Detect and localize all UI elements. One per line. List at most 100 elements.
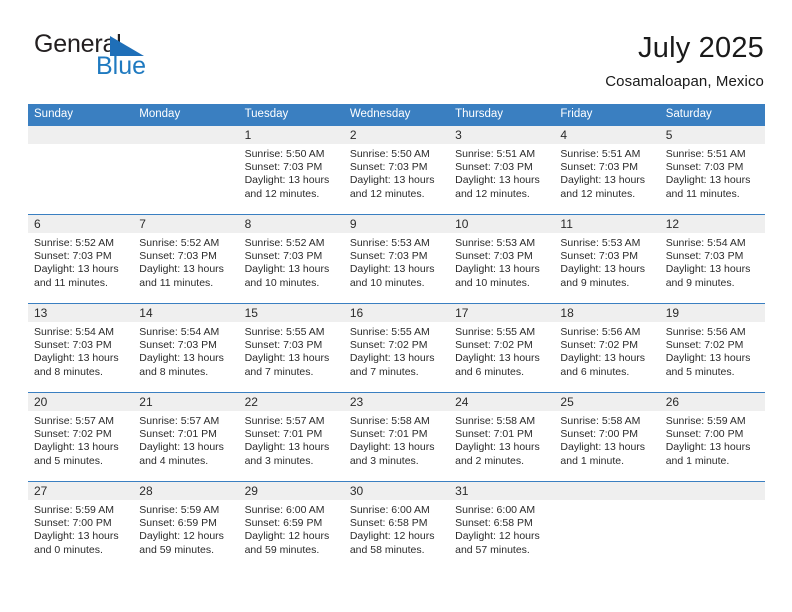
day-cell[interactable]: Sunrise: 5:53 AM Sunset: 7:03 PM Dayligh… [554,233,659,303]
day-cell[interactable]: Sunrise: 5:52 AM Sunset: 7:03 PM Dayligh… [28,233,133,303]
day-cell[interactable]: Sunrise: 5:57 AM Sunset: 7:01 PM Dayligh… [133,411,238,481]
day-number: 15 [244,306,258,320]
sunrise-text: Sunrise: 5:54 AM [139,326,220,338]
day-cell[interactable]: Sunrise: 5:54 AM Sunset: 7:03 PM Dayligh… [28,322,133,392]
day-cell[interactable] [660,500,765,570]
day-cell[interactable]: Sunrise: 5:51 AM Sunset: 7:03 PM Dayligh… [449,144,554,214]
sunrise-text: Sunrise: 5:59 AM [139,504,220,516]
day-cell[interactable]: Sunrise: 5:58 AM Sunset: 7:01 PM Dayligh… [449,411,554,481]
sunset-text: Sunset: 6:58 PM [349,517,428,530]
day-number: 20 [34,395,48,409]
day-cell[interactable]: Sunrise: 5:50 AM Sunset: 7:03 PM Dayligh… [344,144,449,214]
day-cell[interactable]: Sunrise: 5:59 AM Sunset: 6:59 PM Dayligh… [133,500,238,570]
day-cell[interactable]: Sunrise: 5:52 AM Sunset: 7:03 PM Dayligh… [133,233,238,303]
sunrise-text: Sunrise: 5:51 AM [665,148,746,160]
daylight-text: Daylight: 13 hours and 3 minutes. [244,441,330,467]
sunset-text: Sunset: 7:02 PM [560,339,639,352]
day-number-row: 1 2 3 4 5 [28,126,765,144]
week-row: 13 14 15 16 17 18 19 Sunrise: 5:54 AM Su… [28,303,765,392]
day-number: 18 [560,306,574,320]
sunrise-text: Sunrise: 6:00 AM [244,504,325,516]
sunrise-text: Sunrise: 6:00 AM [455,504,536,516]
daylight-text: Daylight: 13 hours and 12 minutes. [455,174,540,200]
sunset-text: Sunset: 6:59 PM [139,517,217,530]
weekday-wednesday: Wednesday [349,108,411,120]
day-cell[interactable] [28,144,133,214]
day-cell[interactable]: Sunrise: 5:53 AM Sunset: 7:03 PM Dayligh… [344,233,449,303]
weekday-saturday: Saturday [665,108,712,120]
day-cell[interactable]: Sunrise: 5:52 AM Sunset: 7:03 PM Dayligh… [239,233,344,303]
day-cell[interactable]: Sunrise: 5:53 AM Sunset: 7:03 PM Dayligh… [449,233,554,303]
sunset-text: Sunset: 7:00 PM [665,428,744,441]
daylight-text: Daylight: 13 hours and 10 minutes. [349,263,435,289]
sunrise-text: Sunrise: 5:59 AM [34,504,114,516]
daylight-text: Daylight: 13 hours and 6 minutes. [455,352,540,378]
daylight-text: Daylight: 13 hours and 3 minutes. [349,441,435,467]
day-number: 9 [349,217,357,231]
day-cell[interactable]: Sunrise: 5:54 AM Sunset: 7:03 PM Dayligh… [133,322,238,392]
day-number [660,482,765,500]
day-cell[interactable]: Sunrise: 5:55 AM Sunset: 7:02 PM Dayligh… [449,322,554,392]
day-cell[interactable] [133,144,238,214]
sunset-text: Sunset: 7:03 PM [244,250,323,263]
day-number-row: 27 28 29 30 31 [28,482,765,500]
day-number: 10 [455,217,469,231]
day-cell[interactable]: Sunrise: 5:54 AM Sunset: 7:03 PM Dayligh… [660,233,765,303]
sunrise-text: Sunrise: 5:57 AM [139,415,220,427]
daylight-text: Daylight: 13 hours and 5 minutes. [34,441,119,467]
sunrise-text: Sunrise: 5:51 AM [560,148,641,160]
day-number: 12 [665,217,680,231]
weekday-sunday: Sunday [34,108,74,120]
week-row: 20 21 22 23 24 25 26 Sunrise: 5:57 AM Su… [28,392,765,481]
sunset-text: Sunset: 7:02 PM [665,339,744,352]
day-cell[interactable]: Sunrise: 6:00 AM Sunset: 6:59 PM Dayligh… [239,500,344,570]
sunrise-text: Sunrise: 5:59 AM [665,415,746,427]
sunset-text: Sunset: 6:59 PM [244,517,323,530]
day-cell[interactable]: Sunrise: 5:55 AM Sunset: 7:02 PM Dayligh… [344,322,449,392]
day-cell[interactable]: Sunrise: 6:00 AM Sunset: 6:58 PM Dayligh… [449,500,554,570]
sunrise-text: Sunrise: 6:00 AM [349,504,430,516]
day-cell[interactable]: Sunrise: 5:59 AM Sunset: 7:00 PM Dayligh… [28,500,133,570]
day-number-row: 20 21 22 23 24 25 26 [28,393,765,411]
week-row: 27 28 29 30 31 Sunrise: 5:59 AM Sunset: … [28,481,765,570]
sunrise-text: Sunrise: 5:55 AM [349,326,430,338]
day-cell[interactable]: Sunrise: 5:57 AM Sunset: 7:02 PM Dayligh… [28,411,133,481]
day-detail-row: Sunrise: 5:54 AM Sunset: 7:03 PM Dayligh… [28,322,765,392]
sunset-text: Sunset: 7:03 PM [139,339,217,352]
sunset-text: Sunset: 7:00 PM [34,517,112,530]
sunset-text: Sunset: 7:03 PM [560,250,639,263]
sunrise-text: Sunrise: 5:55 AM [455,326,536,338]
day-cell[interactable]: Sunrise: 5:51 AM Sunset: 7:03 PM Dayligh… [554,144,659,214]
sunset-text: Sunset: 7:03 PM [455,161,533,174]
day-number: 26 [665,395,680,409]
sunset-text: Sunset: 7:01 PM [349,428,428,441]
day-cell[interactable]: Sunrise: 5:56 AM Sunset: 7:02 PM Dayligh… [554,322,659,392]
day-number: 11 [560,217,573,231]
day-cell[interactable]: Sunrise: 5:59 AM Sunset: 7:00 PM Dayligh… [660,411,765,481]
day-cell[interactable]: Sunrise: 5:51 AM Sunset: 7:03 PM Dayligh… [660,144,765,214]
day-cell[interactable]: Sunrise: 5:57 AM Sunset: 7:01 PM Dayligh… [239,411,344,481]
day-cell[interactable]: Sunrise: 5:50 AM Sunset: 7:03 PM Dayligh… [239,144,344,214]
daylight-text: Daylight: 12 hours and 57 minutes. [455,530,540,556]
sunrise-text: Sunrise: 5:58 AM [455,415,536,427]
day-cell[interactable]: Sunrise: 6:00 AM Sunset: 6:58 PM Dayligh… [344,500,449,570]
sunset-text: Sunset: 7:02 PM [34,428,112,441]
week-row: 1 2 3 4 5 Sunrise: 5:50 AM Sunset: 7:03 … [28,125,765,214]
page-subtitle: Cosamaloapan, Mexico [605,73,764,90]
day-cell[interactable]: Sunrise: 5:55 AM Sunset: 7:03 PM Dayligh… [239,322,344,392]
day-detail-row: Sunrise: 5:52 AM Sunset: 7:03 PM Dayligh… [28,233,765,303]
day-cell[interactable]: Sunrise: 5:56 AM Sunset: 7:02 PM Dayligh… [660,322,765,392]
general-blue-logo[interactable]: General Blue [34,30,254,88]
day-cell[interactable] [554,500,659,570]
day-number [133,126,238,144]
day-cell[interactable]: Sunrise: 5:58 AM Sunset: 7:00 PM Dayligh… [554,411,659,481]
sunrise-text: Sunrise: 5:53 AM [455,237,536,249]
calendar-grid: Sunday Monday Tuesday Wednesday Thursday… [28,104,765,570]
day-number-row: 6 7 8 9 10 11 12 [28,215,765,233]
sunset-text: Sunset: 7:03 PM [349,161,428,174]
day-cell[interactable]: Sunrise: 5:58 AM Sunset: 7:01 PM Dayligh… [344,411,449,481]
sunrise-text: Sunrise: 5:52 AM [139,237,220,249]
daylight-text: Daylight: 13 hours and 12 minutes. [560,174,646,200]
sunrise-text: Sunrise: 5:52 AM [34,237,114,249]
sunrise-text: Sunrise: 5:54 AM [665,237,746,249]
